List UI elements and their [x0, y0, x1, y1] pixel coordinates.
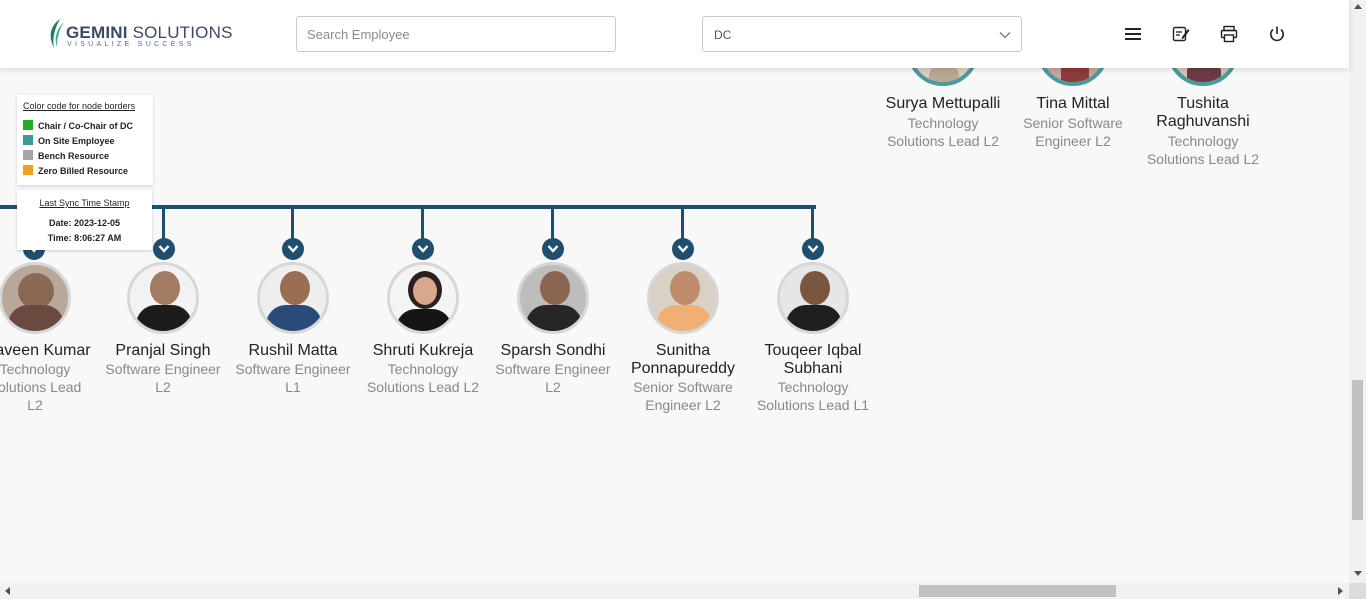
- avatar: [647, 262, 719, 334]
- tree-branch: [551, 205, 554, 241]
- menu-icon[interactable]: [1124, 25, 1142, 43]
- legend-label: On Site Employee: [38, 136, 115, 146]
- chevron-down-icon: [677, 245, 689, 253]
- node-role: Technology Solutions Lead L2: [366, 361, 480, 395]
- tree-branch: [421, 205, 424, 241]
- legend-label: Bench Resource: [38, 151, 110, 161]
- scrollbar-corner: [1349, 583, 1366, 599]
- expand-chevron-button[interactable]: [542, 238, 564, 260]
- chevron-down-icon: [807, 245, 819, 253]
- expand-chevron-button[interactable]: [802, 238, 824, 260]
- node-role: Software Engineer L1: [235, 361, 351, 395]
- node-name: Rushil Matta: [248, 342, 338, 359]
- employee-node[interactable]: Rushil Matta Software Engineer L1: [228, 262, 358, 402]
- avatar: [387, 262, 459, 334]
- dc-filter-select[interactable]: DC: [702, 16, 1022, 52]
- tree-branch: [291, 205, 294, 241]
- node-name: Praveen Kumar: [0, 342, 91, 359]
- chevron-down-icon: [547, 245, 559, 253]
- chevron-down-icon: [999, 32, 1011, 39]
- horizontal-scroll-thumb[interactable]: [919, 585, 1116, 597]
- node-role: Senior Software Engineer L2: [1023, 115, 1123, 149]
- chevron-down-icon: [417, 245, 429, 253]
- expand-chevron-button[interactable]: [282, 238, 304, 260]
- node-role: Technology Solutions Lead L2: [886, 115, 1000, 149]
- expand-chevron-button[interactable]: [672, 238, 694, 260]
- node-name: Tina Mittal: [1036, 95, 1110, 112]
- node-role: Software Engineer L2: [495, 361, 611, 395]
- legend-swatch: [23, 150, 33, 160]
- node-name: Surya Mettupalli: [885, 95, 1001, 112]
- sync-time: Time: 8:06:27 AM: [47, 233, 122, 243]
- node-role: Senior Software Engineer L2: [633, 379, 733, 413]
- scroll-down-arrow-icon[interactable]: [1354, 571, 1362, 576]
- scroll-up-arrow-icon[interactable]: [1354, 4, 1362, 9]
- scroll-left-arrow-icon[interactable]: [5, 587, 10, 595]
- vertical-scrollbar[interactable]: [1349, 0, 1366, 583]
- print-icon[interactable]: [1220, 25, 1238, 43]
- tree-branch: [162, 205, 165, 241]
- legend-swatch: [23, 165, 33, 175]
- logo-text: GEMINI SOLUTIONS: [66, 23, 233, 42]
- app-header: GEMINI SOLUTIONS VISUALIZE SUCCESS DC: [0, 0, 1349, 68]
- employee-node[interactable]: Sunitha Ponnapureddy Senior Software Eng…: [618, 262, 748, 413]
- legend-label: Zero Billed Resource: [38, 166, 129, 176]
- node-name: Shruti Kukreja: [372, 342, 474, 359]
- avatar: [257, 262, 329, 334]
- avatar: [777, 262, 849, 334]
- expand-chevron-button[interactable]: [412, 238, 434, 260]
- node-name: Touqeer Iqbal Subhani: [764, 342, 862, 377]
- leaf-logo-icon: [50, 19, 64, 48]
- avatar: [517, 262, 589, 334]
- node-role: Technology Solutions Lead L2: [0, 361, 82, 413]
- scroll-right-arrow-icon[interactable]: [1338, 587, 1343, 595]
- legend-title: Color code for node borders: [23, 101, 136, 111]
- node-name: Sparsh Sondhi: [500, 342, 606, 359]
- border-color-legend: Color code for node borders Chair / Co-C…: [17, 95, 153, 185]
- avatar: [127, 262, 199, 334]
- employee-node[interactable]: Praveen Kumar Technology Solutions Lead …: [0, 262, 100, 413]
- avatar: [0, 262, 71, 334]
- chevron-down-icon: [287, 245, 299, 253]
- tree-branch: [811, 205, 814, 241]
- expand-chevron-button[interactable]: [153, 238, 175, 260]
- edit-note-icon[interactable]: [1172, 25, 1190, 43]
- search-employee-input[interactable]: [296, 16, 616, 52]
- node-role: Technology Solutions Lead L1: [756, 379, 870, 413]
- legend-swatch: [23, 120, 33, 130]
- node-role: Software Engineer L2: [105, 361, 221, 395]
- employee-node[interactable]: Touqeer Iqbal Subhani Technology Solutio…: [748, 262, 878, 413]
- tree-branch: [681, 205, 684, 241]
- horizontal-scrollbar[interactable]: [0, 583, 1349, 599]
- company-logo[interactable]: GEMINI SOLUTIONS VISUALIZE SUCCESS: [46, 16, 232, 52]
- last-sync-card: Last Sync Time Stamp Date: 2023-12-05 Ti…: [17, 190, 152, 250]
- legend-swatch: [23, 135, 33, 145]
- logo-tagline: VISUALIZE SUCCESS: [67, 41, 195, 48]
- node-name: Sunitha Ponnapureddy: [630, 342, 736, 377]
- node-name: Tushita Raghuvanshi: [1156, 95, 1250, 130]
- power-icon[interactable]: [1268, 25, 1286, 43]
- dc-filter-value: DC: [714, 28, 732, 42]
- employee-node[interactable]: Sparsh Sondhi Software Engineer L2: [488, 262, 618, 402]
- sync-date: Date: 2023-12-05: [48, 218, 121, 228]
- node-name: Pranjal Singh: [115, 342, 211, 359]
- legend-label: Chair / Co-Chair of DC: [38, 121, 134, 131]
- employee-node[interactable]: Shruti Kukreja Technology Solutions Lead…: [358, 262, 488, 402]
- node-role: Technology Solutions Lead L2: [1146, 133, 1260, 167]
- vertical-scroll-thumb[interactable]: [1352, 380, 1363, 520]
- chevron-down-icon: [158, 245, 170, 253]
- sync-title: Last Sync Time Stamp: [39, 198, 130, 208]
- employee-node[interactable]: Pranjal Singh Software Engineer L2: [98, 262, 228, 402]
